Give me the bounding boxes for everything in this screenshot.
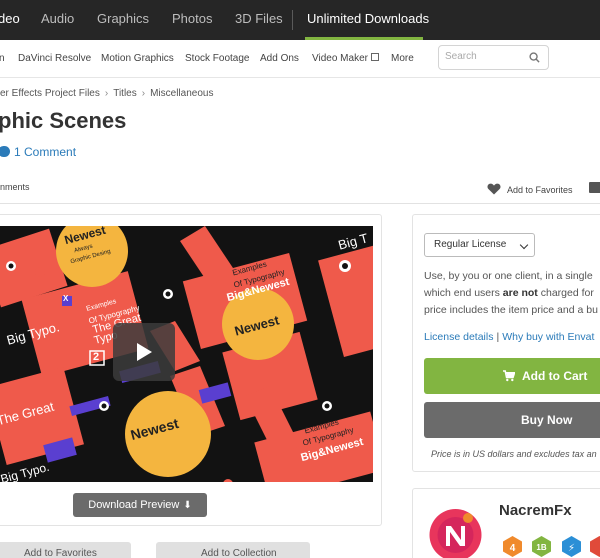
heart-icon bbox=[487, 183, 501, 195]
chevron-right-icon: › bbox=[141, 88, 146, 99]
buy-now-button[interactable]: Buy Now bbox=[424, 402, 600, 438]
search-box bbox=[438, 45, 549, 70]
add-to-favorites-link[interactable]: Add to Favorites bbox=[487, 181, 573, 195]
download-icon: ⬇ bbox=[183, 500, 192, 511]
add-to-collection-button[interactable]: Add to Collection bbox=[156, 542, 310, 558]
folder-icon[interactable] bbox=[589, 182, 600, 193]
badge-label: ⚡ bbox=[568, 543, 575, 554]
badge-shape bbox=[590, 536, 600, 557]
subnav-item-motion-graphics[interactable]: Motion Graphics bbox=[101, 53, 174, 64]
download-preview-button[interactable]: Download Preview ⬇ bbox=[73, 493, 207, 517]
breadcrumb-item[interactable]: Titles bbox=[113, 88, 137, 99]
play-icon bbox=[137, 343, 152, 361]
desc-text: charged for bbox=[537, 287, 594, 299]
add-to-cart-label: Add to Cart bbox=[522, 369, 588, 383]
nav-item-graphics[interactable]: Graphics bbox=[97, 11, 149, 26]
license-description-line: price includes the item price and a bu bbox=[424, 304, 598, 316]
subnav-item-stock-footage[interactable]: Stock Footage bbox=[185, 53, 249, 64]
author-name[interactable]: NacremFx bbox=[499, 502, 572, 519]
nav-item-unlimited-downloads[interactable]: Unlimited Downloads bbox=[307, 11, 429, 26]
subnav-item-add-ons[interactable]: Add Ons bbox=[260, 53, 299, 64]
poster-text-x: X bbox=[63, 294, 69, 303]
comment-icon bbox=[0, 146, 10, 157]
author-badge-icon: 4 bbox=[503, 536, 522, 557]
comments-link[interactable]: 1 Comment bbox=[0, 145, 76, 159]
buy-now-label: Buy Now bbox=[521, 413, 573, 427]
play-button[interactable] bbox=[113, 323, 175, 381]
desc-emphasis: are not bbox=[502, 287, 538, 299]
cart-icon bbox=[503, 370, 515, 382]
price-note: Price is in US dollars and excludes tax … bbox=[431, 449, 597, 459]
license-description-line: Use, by you or one client, in a single bbox=[424, 270, 593, 282]
subnav-item-davinci-resolve[interactable]: DaVinci Resolve bbox=[18, 53, 91, 64]
poster-text-two: 2 bbox=[93, 351, 100, 363]
license-details-link[interactable]: License details bbox=[424, 331, 493, 343]
breadcrumb-item[interactable]: Miscellaneous bbox=[150, 88, 213, 99]
nav-item-photos[interactable]: Photos bbox=[172, 11, 212, 26]
category-navigation: n DaVinci Resolve Motion Graphics Stock … bbox=[0, 40, 600, 78]
add-to-favorites-button[interactable]: Add to Favorites bbox=[0, 542, 131, 558]
add-to-favorites-label: Add to Favorites bbox=[24, 548, 97, 558]
subnav-item-truncated[interactable]: n bbox=[0, 53, 5, 64]
link-separator: | bbox=[496, 331, 500, 343]
nav-item-3d-files[interactable]: 3D Files bbox=[235, 11, 283, 26]
badge-label: 1B bbox=[536, 543, 546, 552]
comment-count: 1 Comment bbox=[14, 145, 77, 159]
add-to-cart-button[interactable]: Add to Cart bbox=[424, 358, 600, 394]
chevron-right-icon: › bbox=[104, 88, 109, 99]
search-input[interactable] bbox=[445, 51, 525, 62]
author-badge-icon: 1B bbox=[532, 536, 551, 557]
why-buy-link[interactable]: Why buy with Envat bbox=[502, 331, 594, 343]
video-maker-label: Video Maker bbox=[312, 53, 368, 64]
nav-item-video[interactable]: deo bbox=[0, 11, 20, 26]
license-description-line: which end users are not charged for bbox=[424, 285, 598, 302]
subnav-item-more[interactable]: More bbox=[391, 53, 414, 64]
breadcrumb-item[interactable]: er Effects Project Files bbox=[0, 88, 100, 99]
desc-text: which end users bbox=[424, 287, 503, 299]
add-to-favorites-label: Add to Favorites bbox=[507, 185, 573, 195]
license-links: License details | Why buy with Envat bbox=[424, 331, 594, 343]
video-preview[interactable]: Newest Always Graphic Desing Examples Of… bbox=[0, 226, 373, 482]
author-avatar[interactable] bbox=[424, 502, 487, 558]
page-title: phic Scenes bbox=[0, 108, 127, 133]
license-description: Use, by you or one client, in a single w… bbox=[424, 268, 598, 319]
subnav-item-video-maker[interactable]: Video Maker bbox=[312, 53, 379, 64]
item-tab-bar: nments Add to Favorites bbox=[0, 172, 600, 204]
top-navigation: deo Audio Graphics Photos 3D Files Unlim… bbox=[0, 0, 600, 40]
lightning-badge-icon: ⚡ bbox=[562, 536, 581, 557]
breadcrumb: er Effects Project Files › Titles › Miscella… bbox=[0, 88, 213, 99]
chevron-down-icon bbox=[519, 240, 529, 250]
license-select[interactable]: Regular License bbox=[424, 233, 535, 257]
external-link-icon bbox=[370, 53, 379, 61]
tab-comments[interactable]: nments bbox=[0, 182, 30, 192]
license-select-value: Regular License bbox=[434, 239, 507, 250]
nav-divider bbox=[292, 10, 293, 30]
search-icon[interactable] bbox=[529, 52, 540, 63]
badge-label: 4 bbox=[510, 543, 516, 554]
add-to-collection-label: Add to Collection bbox=[201, 548, 277, 558]
nav-item-audio[interactable]: Audio bbox=[41, 11, 74, 26]
download-preview-label: Download Preview bbox=[88, 499, 180, 511]
author-badge-icon bbox=[590, 536, 600, 557]
